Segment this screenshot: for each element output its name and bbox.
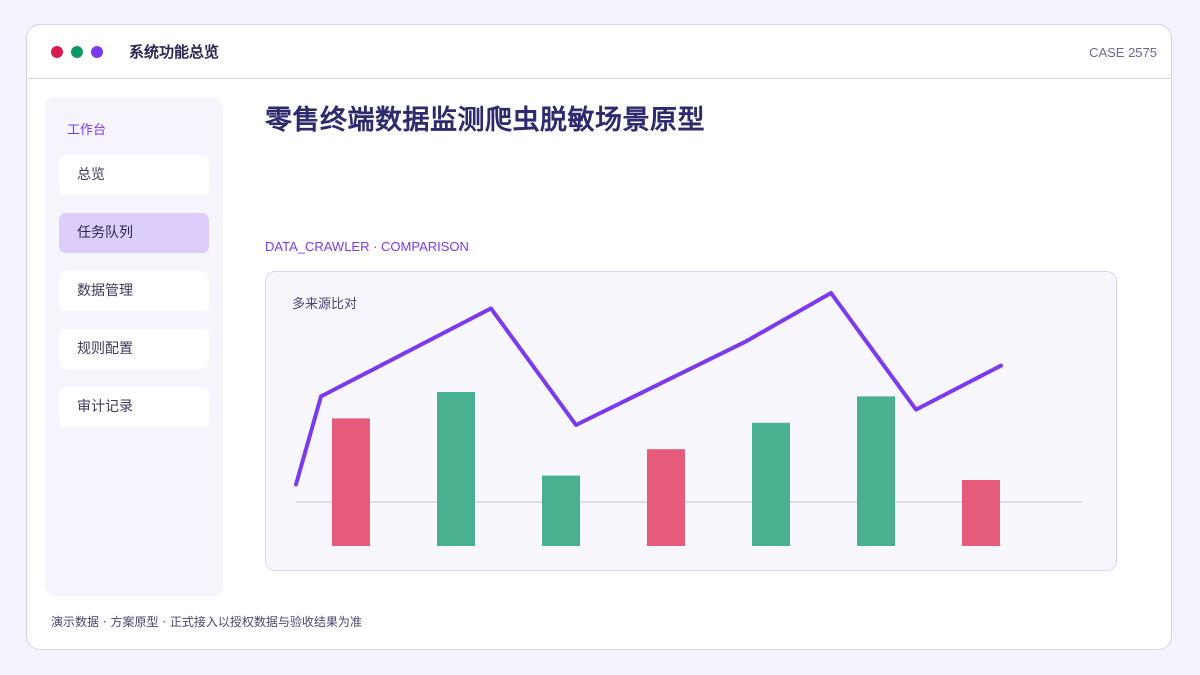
sidebar-item-overview[interactable]: 总览 <box>59 155 209 195</box>
sidebar-item-audit-log[interactable]: 审计记录 <box>59 387 209 427</box>
title-bar: 系统功能总览 CASE 2575 <box>27 25 1171 79</box>
sidebar-heading: 工作台 <box>67 123 107 138</box>
page-title: 零售终端数据监测爬虫脱敏场景原型 <box>265 105 705 136</box>
comparison-chart <box>294 291 1082 546</box>
footer-note: 演示数据 · 方案原型 · 正式接入以授权数据与验收结果为准 <box>51 615 362 629</box>
chart-bar-5 <box>752 422 790 546</box>
chart-bar-6 <box>857 396 895 546</box>
minimize-window-dot[interactable] <box>71 46 83 58</box>
case-id: CASE 2575 <box>1089 45 1157 60</box>
chart-bar-4 <box>647 449 685 546</box>
sidebar: 工作台 总览 任务队列 数据管理 规则配置 审计记录 <box>45 97 223 596</box>
sidebar-item-rule-config[interactable]: 规则配置 <box>59 329 209 369</box>
chart-bar-3 <box>542 475 580 546</box>
sidebar-item-data-management[interactable]: 数据管理 <box>59 271 209 311</box>
maximize-window-dot[interactable] <box>91 46 103 58</box>
chart-bar-7 <box>962 480 1000 546</box>
app-title: 系统功能总览 <box>129 43 220 61</box>
section-label: DATA_CRAWLER · COMPARISON <box>265 239 469 254</box>
app-window: 系统功能总览 CASE 2575 工作台 总览 任务队列 数据管理 规则配置 审… <box>26 24 1172 650</box>
chart-bar-1 <box>332 418 370 546</box>
sidebar-item-task-queue[interactable]: 任务队列 <box>59 213 209 253</box>
close-window-dot[interactable] <box>51 46 63 58</box>
chart-bar-2 <box>437 392 475 546</box>
comparison-chart-card: 多来源比对 <box>265 271 1117 571</box>
